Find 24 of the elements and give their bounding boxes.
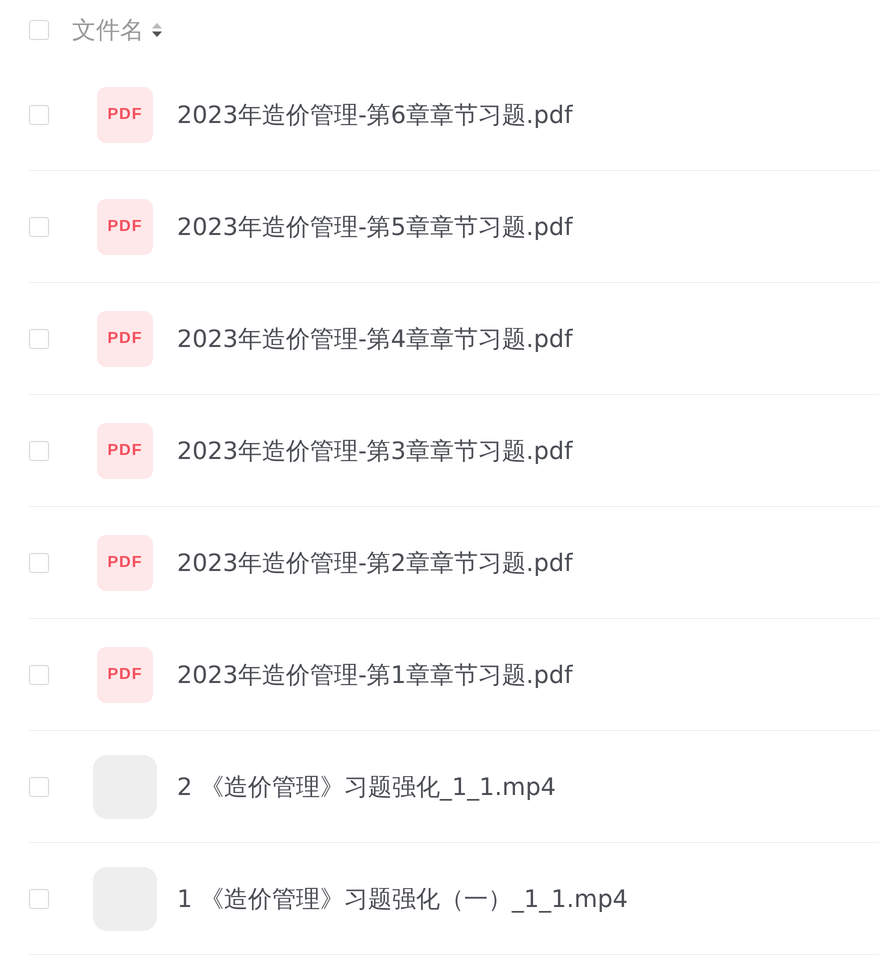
pdf-file-icon: PDF: [97, 646, 153, 702]
row-checkbox[interactable]: [29, 552, 49, 572]
file-name[interactable]: 2023年造价管理-第5章章节习题.pdf: [177, 210, 573, 242]
row-checkbox[interactable]: [29, 104, 49, 124]
pdf-file-icon: PDF: [97, 198, 153, 254]
select-all-checkbox[interactable]: [29, 20, 49, 40]
pdf-file-icon: PDF: [97, 86, 153, 142]
pdf-file-icon: PDF: [97, 422, 153, 478]
row-checkbox[interactable]: [29, 216, 49, 236]
file-name[interactable]: 2023年造价管理-第4章章节习题.pdf: [177, 322, 573, 354]
row-checkbox[interactable]: [29, 664, 49, 684]
pdf-file-icon: PDF: [97, 310, 153, 366]
row-checkbox[interactable]: [29, 776, 49, 796]
file-name[interactable]: 2023年造价管理-第2章章节习题.pdf: [177, 546, 573, 578]
sort-icon[interactable]: [152, 22, 162, 38]
row-checkbox[interactable]: [29, 328, 49, 348]
file-name[interactable]: 2023年造价管理-第1章章节习题.pdf: [177, 658, 573, 690]
row-checkbox[interactable]: [29, 888, 49, 908]
file-name[interactable]: 2023年造价管理-第6章章节习题.pdf: [177, 98, 573, 130]
file-name[interactable]: 1 《造价管理》习题强化（一）_1_1.mp4: [177, 882, 628, 914]
file-name[interactable]: 2 《造价管理》习题强化_1_1.mp4: [177, 770, 556, 802]
file-name[interactable]: 2023年造价管理-第3章章节习题.pdf: [177, 434, 573, 466]
pdf-file-icon: PDF: [97, 534, 153, 590]
row-checkbox[interactable]: [29, 440, 49, 460]
